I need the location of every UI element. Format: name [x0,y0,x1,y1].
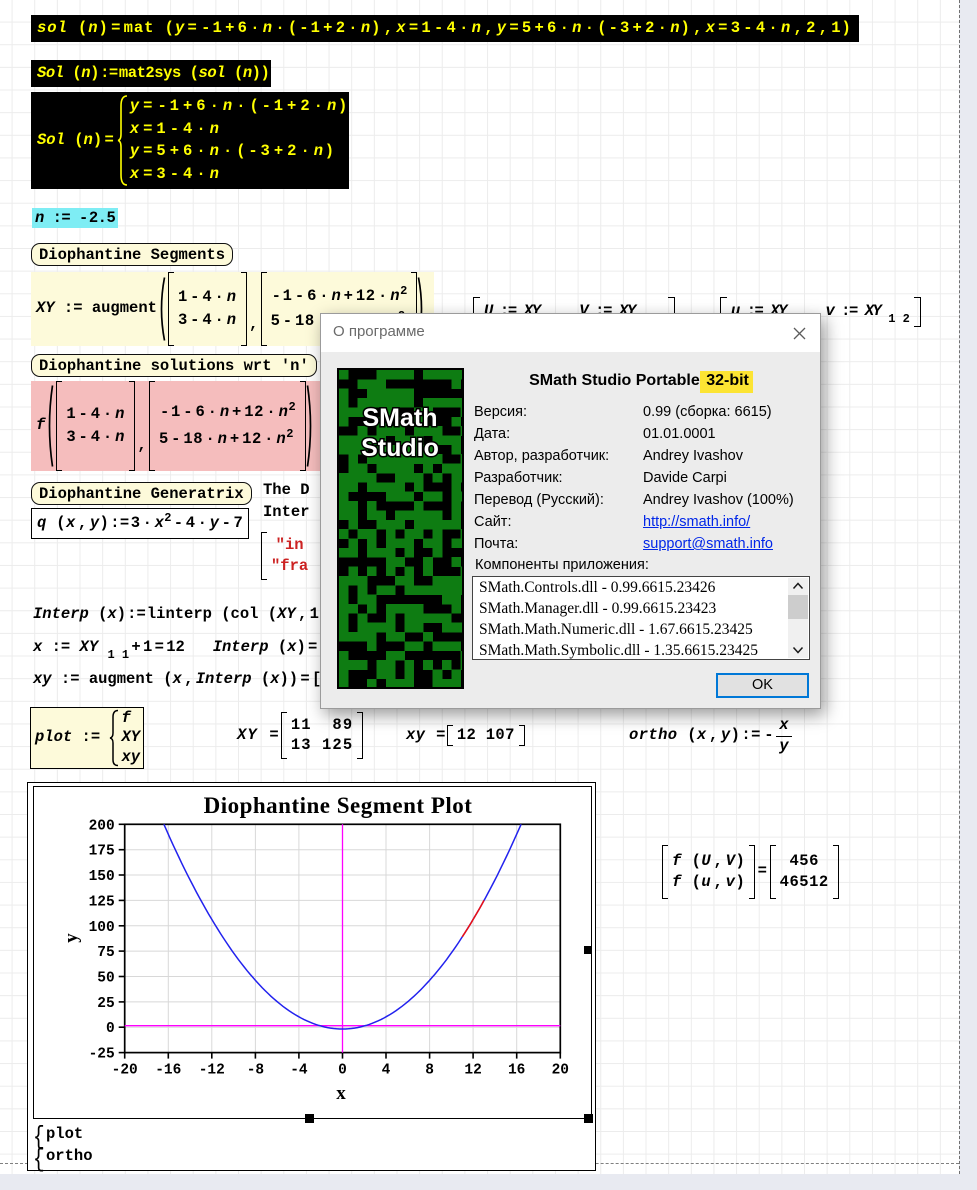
svg-text:SMath: SMath [363,404,438,432]
svg-text:-16: -16 [155,1063,181,1079]
svg-text:75: 75 [97,945,114,961]
svg-text:-8: -8 [247,1063,264,1079]
svg-text:200: 200 [89,818,115,834]
svg-text:150: 150 [89,869,115,885]
svg-text:20: 20 [552,1063,569,1079]
svg-text:12: 12 [464,1063,481,1079]
svg-text:x: x [336,1083,346,1104]
svg-text:4: 4 [382,1063,391,1079]
svg-text:-4: -4 [290,1063,308,1079]
svg-text:50: 50 [97,971,114,987]
svg-text:0: 0 [106,1021,115,1037]
svg-text:25: 25 [97,996,114,1012]
svg-text:-12: -12 [199,1063,225,1079]
svg-text:Diophantine Segment Plot: Diophantine Segment Plot [204,793,473,818]
svg-text:-20: -20 [112,1063,138,1079]
svg-text:125: 125 [89,894,115,910]
svg-text:0: 0 [338,1063,347,1079]
svg-text:100: 100 [89,920,115,936]
svg-text:y: y [61,933,82,943]
svg-text:Studio: Studio [361,434,439,462]
svg-text:-25: -25 [89,1047,115,1063]
svg-text:16: 16 [508,1063,525,1079]
svg-text:8: 8 [425,1063,434,1079]
svg-text:175: 175 [89,844,115,860]
